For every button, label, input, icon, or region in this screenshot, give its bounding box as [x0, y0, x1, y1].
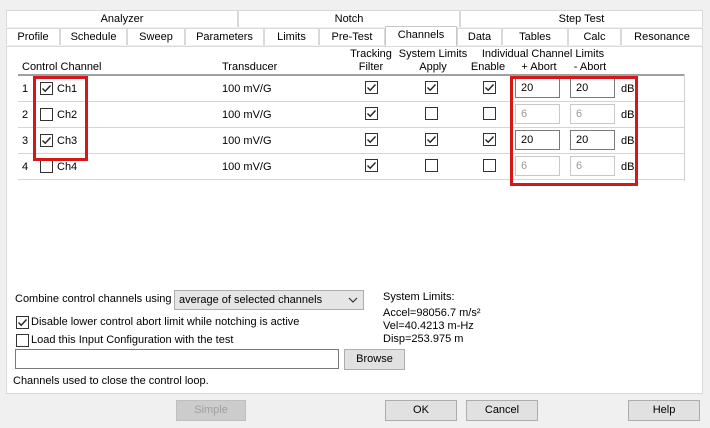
- header-plus-abort: + Abort: [521, 61, 557, 73]
- cancel-button[interactable]: Cancel: [466, 400, 538, 421]
- control-channel-checkbox[interactable]: [40, 160, 53, 173]
- browse-button[interactable]: Browse: [344, 349, 405, 370]
- tracking-filter-checkbox[interactable]: [365, 81, 378, 94]
- limits-enable-checkbox[interactable]: [483, 81, 496, 94]
- load-input-checkbox[interactable]: [16, 334, 29, 347]
- transducer-value: 100 mV/G: [222, 161, 272, 173]
- status-text: Channels used to close the control loop.: [13, 375, 209, 387]
- load-input-label: Load this Input Configuration with the t…: [31, 334, 234, 346]
- channel-name: Ch4: [57, 161, 78, 173]
- system-limits-apply-checkbox[interactable]: [425, 107, 438, 120]
- tracking-filter-checkbox[interactable]: [365, 107, 378, 120]
- disable-lower-checkbox[interactable]: [16, 316, 29, 329]
- header-system-limits: System Limits: [398, 48, 468, 60]
- system-limits-vel: Vel=40.4213 m-Hz: [383, 320, 474, 332]
- limits-enable-checkbox[interactable]: [483, 133, 496, 146]
- abort-limits-highlight: [510, 76, 638, 186]
- tab-schedule[interactable]: Schedule: [60, 28, 127, 45]
- tab-group-notch[interactable]: Notch: [238, 10, 460, 27]
- control-channel-highlight: [33, 76, 88, 161]
- combine-select-value: average of selected channels: [179, 294, 323, 306]
- limits-enable-checkbox[interactable]: [483, 107, 496, 120]
- simple-button[interactable]: Simple: [176, 400, 246, 421]
- transducer-value: 100 mV/G: [222, 83, 272, 95]
- header-control-channel: Control Channel: [22, 61, 102, 73]
- row-number: 1: [22, 83, 29, 95]
- tracking-filter-checkbox[interactable]: [365, 159, 378, 172]
- tab-sweep[interactable]: Sweep: [127, 28, 185, 45]
- tab-resonance[interactable]: Resonance: [621, 28, 703, 45]
- disable-lower-label: Disable lower control abort limit while …: [31, 316, 300, 328]
- tab-profile[interactable]: Profile: [6, 28, 60, 45]
- header-transducer: Transducer: [222, 61, 278, 73]
- row-number: 3: [22, 135, 29, 147]
- header-tracking: Tracking: [350, 48, 392, 60]
- header-individual-limits: Individual Channel Limits: [481, 48, 605, 60]
- tab-channels[interactable]: Channels: [385, 26, 457, 46]
- header-enable: Enable: [470, 61, 506, 73]
- tab-group-step-test[interactable]: Step Test: [460, 10, 703, 27]
- system-limits-disp: Disp=253.975 m: [383, 333, 464, 345]
- system-limits-title: System Limits:: [383, 291, 455, 303]
- tab-calc[interactable]: Calc: [568, 28, 621, 45]
- system-limits-accel: Accel=98056.7 m/s²: [383, 307, 481, 319]
- row-number: 4: [22, 161, 29, 173]
- transducer-value: 100 mV/G: [222, 135, 272, 147]
- tab-pre-test[interactable]: Pre-Test: [319, 28, 385, 45]
- combine-select[interactable]: average of selected channels: [174, 290, 364, 310]
- tab-group-row: Analyzer Notch Step Test: [0, 10, 710, 28]
- header-filter: Filter: [358, 61, 384, 73]
- config-path-input[interactable]: [15, 349, 339, 369]
- tab-group-analyzer[interactable]: Analyzer: [6, 10, 238, 27]
- help-button[interactable]: Help: [628, 400, 700, 421]
- row-number: 2: [22, 109, 29, 121]
- tracking-filter-checkbox[interactable]: [365, 133, 378, 146]
- transducer-value: 100 mV/G: [222, 109, 272, 121]
- tab-row: Profile Schedule Sweep Parameters Limits…: [0, 26, 710, 46]
- combine-label: Combine control channels using: [15, 293, 172, 305]
- system-limits-apply-checkbox[interactable]: [425, 81, 438, 94]
- chevron-down-icon: [348, 291, 358, 315]
- header-apply: Apply: [419, 61, 447, 73]
- header-minus-abort: - Abort: [573, 61, 607, 73]
- tab-data[interactable]: Data: [457, 28, 502, 45]
- tab-limits[interactable]: Limits: [264, 28, 319, 45]
- ok-button[interactable]: OK: [385, 400, 457, 421]
- system-limits-apply-checkbox[interactable]: [425, 159, 438, 172]
- system-limits-apply-checkbox[interactable]: [425, 133, 438, 146]
- limits-enable-checkbox[interactable]: [483, 159, 496, 172]
- tab-parameters[interactable]: Parameters: [185, 28, 264, 45]
- tab-tables[interactable]: Tables: [502, 28, 568, 45]
